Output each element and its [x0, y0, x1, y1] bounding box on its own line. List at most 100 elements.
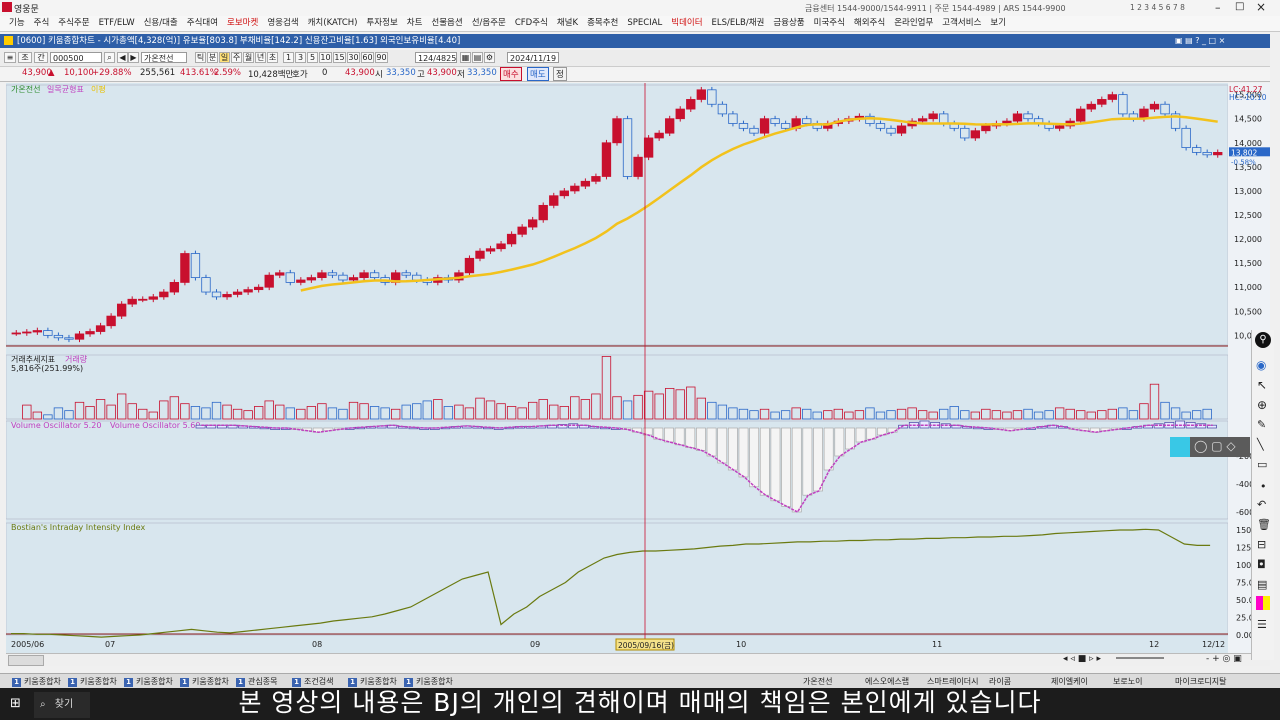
compare-button[interactable]: 간: [34, 52, 48, 63]
chart-area[interactable]: 가온전선 일목균형표 이평 거래추세지표 거래량 5,816주(251.99%) Volum…: [6, 83, 1270, 653]
menu-item-3[interactable]: ETF/ELW: [99, 16, 135, 31]
menu-item-20[interactable]: 미국주식: [814, 16, 845, 31]
candle: [1118, 94, 1128, 115]
period-5[interactable]: 년: [255, 52, 266, 63]
eraser-icon[interactable]: ▭: [1257, 458, 1267, 471]
candle: [359, 272, 369, 278]
menu-item-9[interactable]: 투자정보: [366, 16, 397, 31]
pencil-icon[interactable]: ✎: [1257, 418, 1266, 431]
minute-0[interactable]: 1: [283, 52, 294, 63]
zoom-slider[interactable]: [1116, 657, 1164, 659]
minute-5[interactable]: 30: [347, 52, 360, 63]
menu-item-21[interactable]: 해외주식: [854, 16, 885, 31]
next-stock-button[interactable]: ▶: [128, 52, 139, 63]
period-3[interactable]: 주: [231, 52, 242, 63]
chart-canvas[interactable]: 가온전선 일목균형표 이평거래추세지표 거래량5,816주(251.99%) Volum…: [6, 83, 1270, 653]
line-tool-icon[interactable]: ╲: [1257, 438, 1264, 451]
menu-item-13[interactable]: CFD주식: [515, 16, 548, 31]
menu-item-7[interactable]: 영웅검색: [267, 16, 298, 31]
price-axis-label: 12,500: [1234, 211, 1262, 220]
period-4[interactable]: 월: [243, 52, 254, 63]
menu-more-icon[interactable]: ☰: [1257, 618, 1267, 631]
menu-item-1[interactable]: 주식: [34, 16, 50, 31]
period-2[interactable]: 일: [219, 52, 230, 63]
minute-2[interactable]: 5: [307, 52, 318, 63]
tab-label: 키움종합차: [192, 677, 229, 686]
camera-icon[interactable]: ◘: [1257, 558, 1266, 571]
scroll-controls[interactable]: ◂ ◃ ■ ▹ ▸: [1063, 654, 1101, 664]
menu-icon[interactable]: ≡: [4, 52, 16, 63]
stock-name-field[interactable]: 가온전선: [141, 52, 187, 63]
menu-item-17[interactable]: 빅데이터: [671, 16, 702, 31]
order-button[interactable]: 정: [553, 67, 567, 81]
window-controls[interactable]: ▣ ▤ ? _ □ ×: [1175, 34, 1225, 48]
menu-item-16[interactable]: SPECIAL: [627, 16, 662, 31]
pct-label: -0.58%: [1231, 158, 1256, 166]
cursor-icon[interactable]: ↖: [1257, 378, 1267, 392]
zoom-buttons[interactable]: - + ◎ ▣: [1206, 654, 1242, 664]
menu-item-24[interactable]: 보기: [990, 16, 1006, 31]
candle: [95, 325, 106, 332]
menu-item-11[interactable]: 선물옵션: [431, 16, 462, 31]
candle: [127, 298, 137, 305]
page-numbers[interactable]: 1 2 3 4 5 6 7 8: [1130, 3, 1185, 12]
candle: [1107, 94, 1118, 100]
search-icon[interactable]: ⌕: [104, 52, 115, 63]
menu-item-19[interactable]: 금융상품: [773, 16, 804, 31]
menu-item-10[interactable]: 차트: [407, 16, 423, 31]
minute-7[interactable]: 90: [375, 52, 388, 63]
shape-tools[interactable]: ◯ ▢ ◇: [1194, 439, 1236, 453]
minute-6[interactable]: 60: [361, 52, 374, 63]
close-button[interactable]: ×: [1256, 0, 1266, 14]
minimize-button[interactable]: –: [1215, 1, 1221, 14]
lock-icon[interactable]: ⊟: [1257, 538, 1266, 551]
pin-icon[interactable]: ⚲: [1255, 332, 1271, 348]
osc-bar: [791, 427, 802, 513]
open-label: 시: [375, 70, 383, 80]
menu-item-22[interactable]: 온라인업무: [894, 16, 933, 31]
period-1[interactable]: 분: [207, 52, 218, 63]
menu-item-23[interactable]: 고객서비스: [942, 16, 981, 31]
date-field[interactable]: 2024/11/19: [507, 52, 559, 63]
stock-code-input[interactable]: 000500: [50, 52, 102, 63]
osc-bar: [696, 427, 706, 451]
volume-value: 5,816주(251.99%): [11, 364, 83, 373]
chart-scrollbar[interactable]: ◂ ◃ ■ ▹ ▸ - + ◎ ▣: [6, 653, 1270, 666]
candle: [686, 99, 696, 110]
trash-icon[interactable]: 🗑: [1257, 518, 1271, 531]
period-6[interactable]: 초: [267, 52, 278, 63]
copy-icon[interactable]: ▤: [1257, 578, 1267, 591]
menu-item-12[interactable]: 선/옵주문: [472, 16, 506, 31]
x-axis-label: 10: [736, 640, 746, 649]
menu-item-18[interactable]: ELS/ELB/채권: [712, 16, 765, 31]
undo-icon[interactable]: ↶: [1257, 498, 1266, 511]
period-0[interactable]: 틱: [195, 52, 206, 63]
sell-button[interactable]: 매도: [527, 67, 549, 81]
color-palette-icon[interactable]: [1256, 596, 1270, 610]
maximize-button[interactable]: □: [1235, 1, 1244, 12]
menu-item-15[interactable]: 종목추천: [587, 16, 618, 31]
minute-4[interactable]: 15: [333, 52, 346, 63]
eye-icon[interactable]: ◉: [1256, 358, 1266, 372]
data-count-field[interactable]: 124/4825: [415, 52, 457, 63]
prev-stock-button[interactable]: ◀: [117, 52, 128, 63]
dot-icon[interactable]: •: [1260, 480, 1267, 493]
scroll-thumb[interactable]: [8, 655, 44, 666]
buy-button[interactable]: 매수: [500, 67, 522, 81]
minute-3[interactable]: 10: [319, 52, 332, 63]
menu-item-14[interactable]: 채널K: [557, 16, 578, 31]
settings-icon[interactable]: ⚙: [484, 52, 495, 63]
menu-item-2[interactable]: 주식주문: [58, 16, 89, 31]
zoom-icon[interactable]: ⊕: [1257, 398, 1267, 412]
menu-item-0[interactable]: 기능: [9, 16, 25, 31]
save-icon[interactable]: ▦: [460, 52, 471, 63]
panel-3: [6, 522, 1229, 636]
history-button[interactable]: 조: [18, 52, 32, 63]
minute-1[interactable]: 3: [295, 52, 306, 63]
print-icon[interactable]: ▤: [472, 52, 483, 63]
menu-item-6[interactable]: 로보마켓: [227, 16, 258, 31]
menu-item-4[interactable]: 신용/대출: [144, 16, 178, 31]
menu-item-5[interactable]: 주식대여: [187, 16, 218, 31]
line-draw-icon[interactable]: [1170, 437, 1190, 457]
menu-item-8[interactable]: 캐치(KATCH): [308, 16, 358, 31]
